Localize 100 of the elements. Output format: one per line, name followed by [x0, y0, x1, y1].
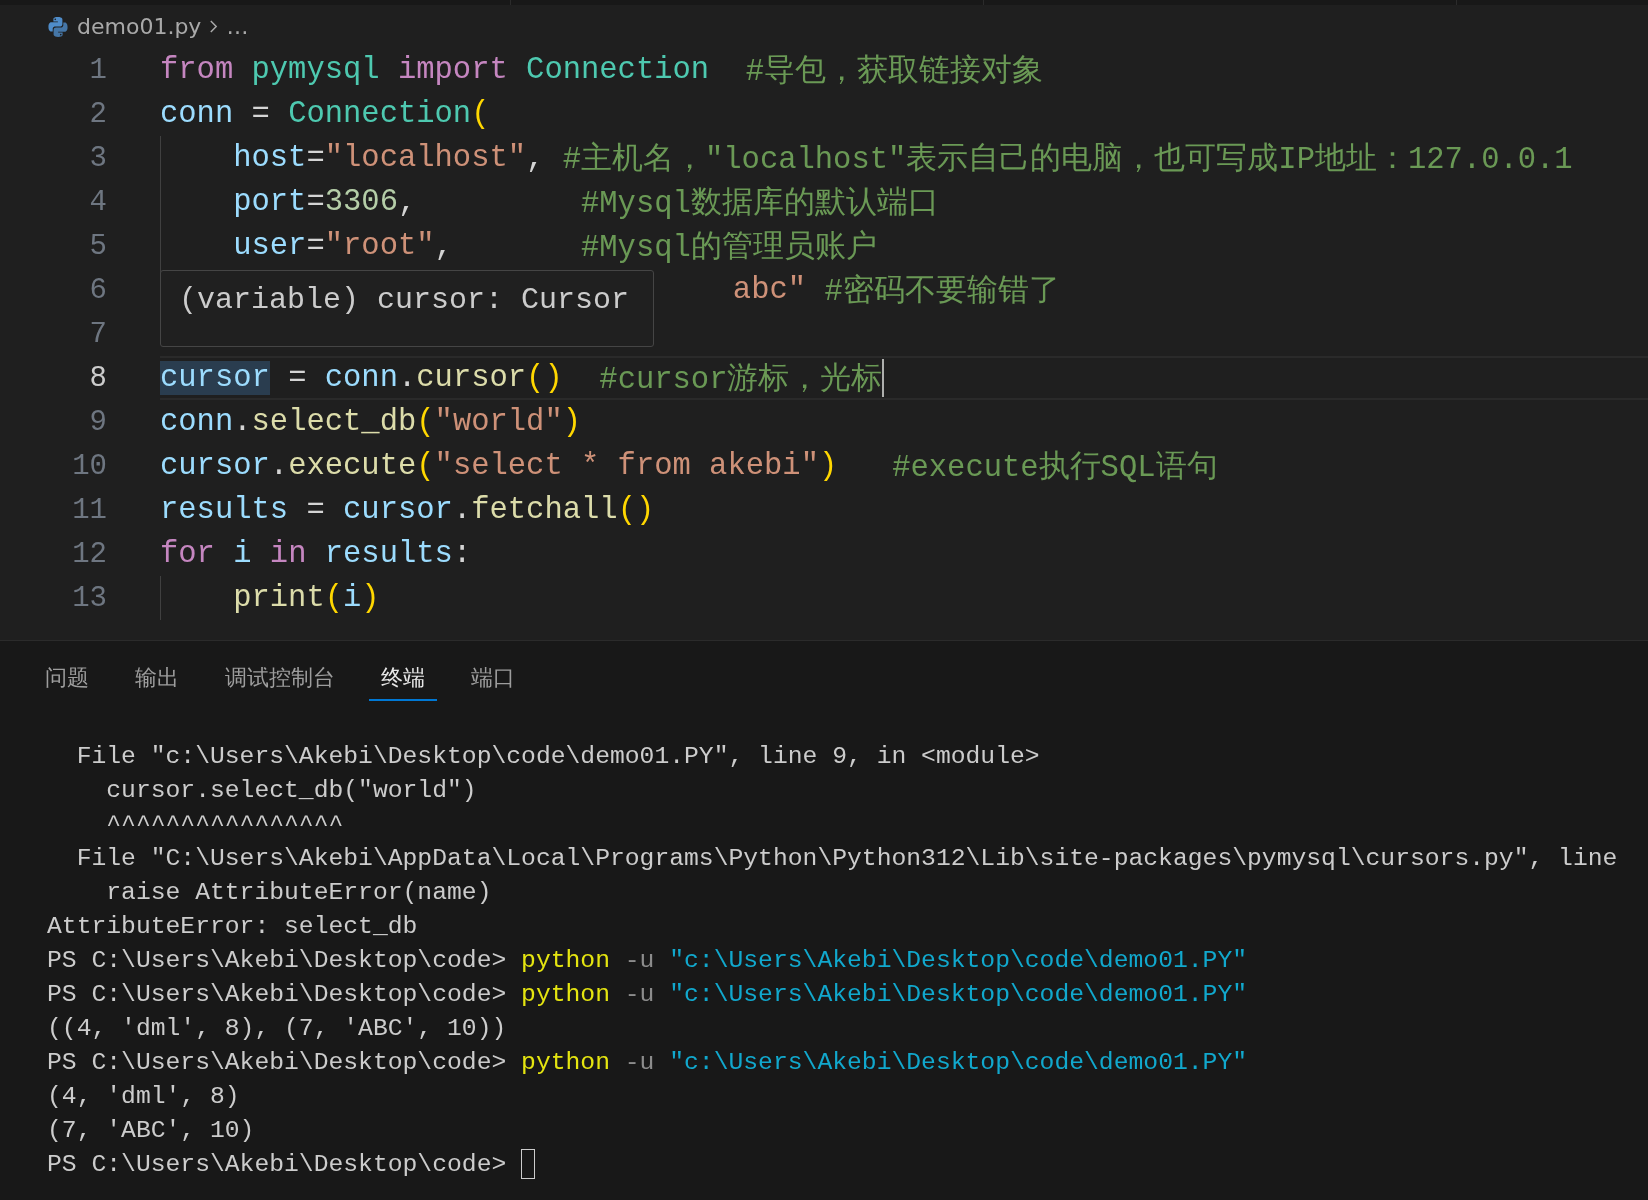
code-bracket: ( [471, 97, 490, 131]
code-text: = [306, 141, 325, 175]
line-number: 12 [71, 537, 107, 571]
code-identifier: user [233, 229, 307, 263]
code-identifier: port [233, 185, 307, 219]
terminal-text: ^^^^^^^^^^^^^^^^ [105, 809, 344, 840]
code-text: . [452, 493, 472, 527]
code-number: 3306 [324, 185, 398, 219]
terminal-text: python [521, 945, 610, 976]
terminal-text: PS C:\Users\Akebi\Desktop\code> [47, 979, 508, 1010]
code-text: = [305, 493, 326, 527]
terminal-text: PS C:\Users\Akebi\Desktop\code> [47, 945, 508, 976]
line-number: 6 [88, 273, 107, 307]
line-number: 2 [88, 97, 107, 131]
terminal-text: -u [623, 1047, 656, 1078]
code-text: . [397, 361, 417, 395]
code-bracket: ) [818, 449, 838, 483]
code-string: "localhost" [324, 141, 527, 175]
code-identifier: host [233, 141, 307, 175]
code-identifier: conn [324, 361, 398, 395]
code-identifier: pymysql [251, 53, 381, 87]
code-identifier: Connection [526, 53, 711, 87]
line-number: 7 [88, 317, 107, 351]
code-text: : [452, 537, 472, 571]
terminal-text: -u [623, 979, 656, 1010]
code-bracket: () [617, 493, 655, 527]
code-comment: #主机名，"localhost"表示自己的电脑，也可写成IP地址：127.0.0.1 [562, 140, 1573, 179]
code-comment: #Mysql数据库的默认端口 [581, 185, 939, 223]
code-bracket: () [526, 361, 563, 395]
terminal-text: (7, 'ABC', 10) [47, 1115, 255, 1146]
panel-tab[interactable]: 输出 [123, 663, 191, 701]
code-identifier: results [324, 537, 453, 571]
code-bracket: ) [562, 405, 581, 439]
terminal-text: cursor.select_db("world") [105, 775, 477, 806]
code-bracket: ( [416, 405, 435, 439]
breadcrumb-item[interactable]: demo01.py [77, 14, 202, 39]
code-keyword: from [160, 53, 235, 87]
code-text: , [434, 229, 454, 263]
terminal-text: raise AttributeError(name) [105, 877, 492, 908]
code-identifier: results [160, 493, 289, 527]
code-text: , [526, 141, 546, 175]
code-comment: #execute执行SQL语句 [891, 449, 1218, 487]
code-identifier: Connection [288, 97, 472, 131]
code-identifier: conn [160, 97, 234, 131]
code-text: = [287, 361, 308, 395]
line-number: 4 [88, 185, 107, 219]
line-number: 9 [88, 405, 107, 439]
terminal-text: PS C:\Users\Akebi\Desktop\code> [47, 1149, 508, 1180]
code-identifier: i [343, 581, 362, 615]
code-comment: #cursor游标，光标 [598, 361, 883, 399]
panel-tab[interactable]: 问题 [33, 663, 101, 701]
code-identifier: execute [288, 449, 417, 483]
code-identifier: cursor [416, 361, 527, 395]
code-string: abc" [732, 273, 807, 307]
terminal-text: -u [623, 945, 656, 976]
code-text: . [233, 405, 252, 439]
chevron-right-icon [209, 19, 219, 34]
code-comment: #Mysql的管理员账户 [581, 229, 877, 267]
terminal-text: "c:\Users\Akebi\Desktop\code\demo01.PY" [669, 979, 1248, 1010]
terminal-text: File "c:\Users\Akebi\Desktop\code\demo01.PY", line 9, in <module> [75, 741, 1040, 772]
code-identifier: fetchall [471, 493, 618, 527]
terminal-text: python [521, 1047, 610, 1078]
code-bracket: ( [416, 449, 435, 483]
terminal-text: File "C:\Users\Akebi\AppData\Local\Programs\Python\Python312\Lib\site-packages\pymysql\cursors.py", line [75, 843, 1618, 874]
terminal-text: python [521, 979, 610, 1010]
line-number: 13 [71, 581, 107, 615]
terminal-text: "c:\Users\Akebi\Desktop\code\demo01.PY" [669, 945, 1248, 976]
code-identifier: conn [160, 405, 234, 439]
code-string: "root" [324, 229, 435, 263]
line-number: 5 [88, 229, 107, 263]
line-number: 10 [71, 449, 107, 483]
code-text: . [269, 449, 289, 483]
python-file-icon [47, 15, 69, 38]
code-bracket: ( [324, 581, 344, 615]
code-text: = [306, 185, 325, 219]
terminal-text: PS C:\Users\Akebi\Desktop\code> [47, 1047, 508, 1078]
code-identifier: i [233, 537, 253, 571]
terminal-text: ((4, 'dml', 8), (7, 'ABC', 10)) [47, 1013, 507, 1044]
breadcrumb-item[interactable]: … [226, 14, 249, 39]
code-comment: #导包，获取链接对象 [745, 53, 1044, 91]
text-cursor [882, 359, 885, 397]
code-string: "select * from akebi" [434, 449, 819, 483]
code-comment: #密码不要输错了 [823, 273, 1060, 311]
panel-tab[interactable]: 端口 [459, 663, 527, 701]
code-text: , [397, 185, 418, 219]
code-identifier: cursor [160, 449, 270, 483]
panel-tab[interactable]: 终端 [369, 663, 437, 701]
code-string: "world" [434, 405, 563, 439]
code-identifier: cursor [343, 493, 453, 527]
terminal-text: AttributeError: select_db [47, 911, 418, 942]
terminal-text: "c:\Users\Akebi\Desktop\code\demo01.PY" [669, 1047, 1248, 1078]
code-identifier: cursor [160, 361, 270, 395]
panel-tab[interactable]: 调试控制台 [213, 663, 347, 701]
line-number: 3 [88, 141, 107, 175]
line-number: 11 [71, 493, 107, 527]
code-keyword: for [160, 537, 216, 571]
terminal-cursor [521, 1149, 536, 1179]
hover-tooltip: (variable) cursor: Cursor [160, 270, 654, 347]
code-bracket: ) [361, 581, 380, 615]
code-text: = [250, 97, 271, 131]
